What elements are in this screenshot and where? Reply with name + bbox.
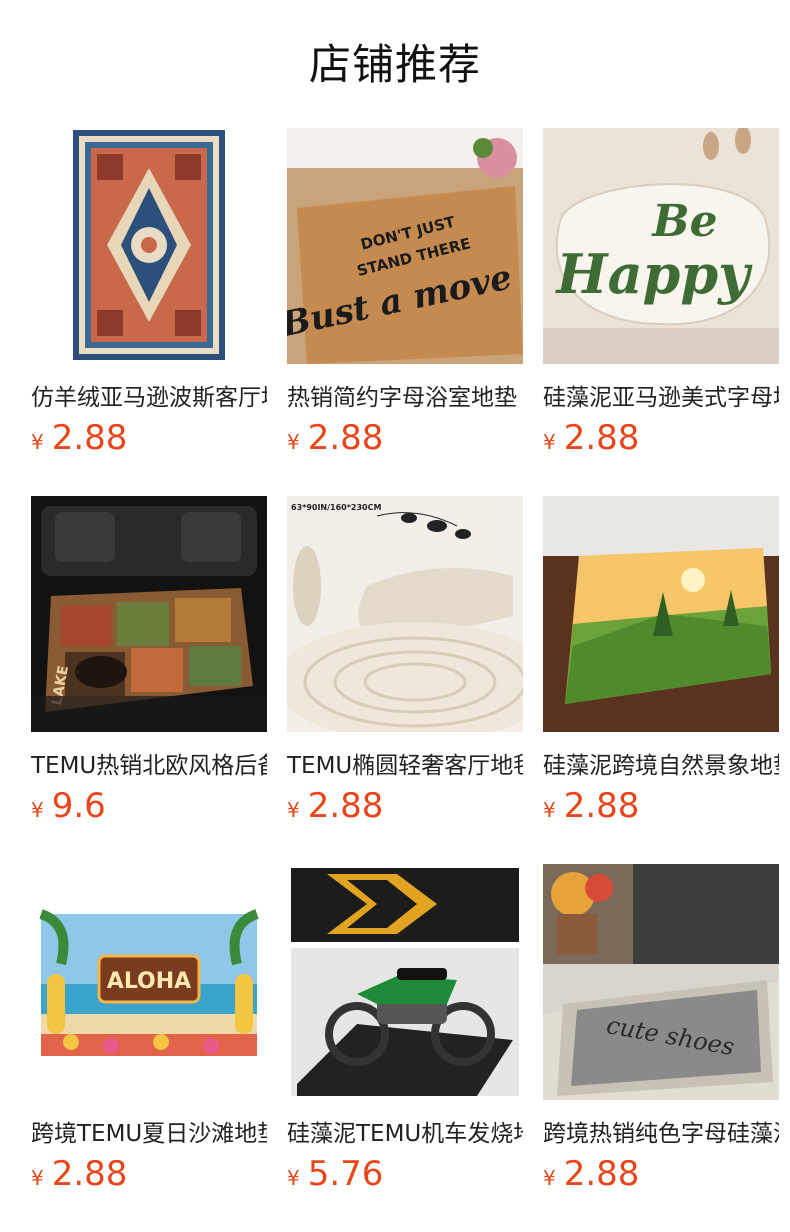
product-name[interactable]: 硅藻泥TEMU机车发烧地垫 [287,1116,523,1152]
currency-symbol: ¥ [31,1166,44,1190]
currency-symbol: ¥ [543,430,556,454]
landscape-mat-image [543,496,779,732]
product-price: ¥9.6 [31,786,106,826]
price-value: 2.88 [563,786,640,826]
svg-text:ALOHA: ALOHA [107,969,191,994]
product-price: ¥2.88 [31,1154,127,1194]
price-value: 2.88 [563,1154,640,1194]
page-title: 店铺推荐 [308,40,481,89]
product-price: ¥2.88 [287,786,383,826]
svg-text:Happy: Happy [555,242,754,306]
svg-text:Be: Be [650,196,717,247]
currency-symbol: ¥ [287,430,300,454]
product-price: ¥2.88 [31,418,127,458]
svg-text:63*90IN/160*230CM: 63*90IN/160*230CM [291,503,381,512]
motorcycle-mat-image [287,864,523,1100]
cute-shoes-mat-image: cute shoes [543,864,779,1100]
doormat-image: DON'T JUST STAND THERE Bust a move [287,128,523,364]
product-name[interactable]: 跨境热销纯色字母硅藻泥地垫 [543,1116,779,1152]
oval-rug-image: 63*90IN/160*230CM [287,496,523,732]
persian-rug-image [31,128,267,364]
header: 店铺推荐 [0,0,790,128]
product-name[interactable]: 热销简约字母浴室地垫 [287,380,523,416]
product-price: ¥2.88 [543,418,639,458]
currency-symbol: ¥ [31,798,44,822]
price-value: 2.88 [563,418,640,458]
product-name[interactable]: 跨境TEMU夏日沙滩地垫 [31,1116,267,1152]
currency-symbol: ¥ [287,798,300,822]
product-name[interactable]: TEMU椭圆轻奢客厅地毯 [287,748,523,784]
price-value: 5.76 [307,1154,384,1194]
aloha-mat-image: ALOHA [31,864,267,1100]
product-name[interactable]: 仿羊绒亚马逊波斯客厅地毯 [31,380,267,416]
product-name[interactable]: 硅藻泥跨境自然景象地垫 [543,748,779,784]
product-price: ¥2.88 [287,418,383,458]
product-price: ¥2.88 [543,1154,639,1194]
currency-symbol: ¥ [31,430,44,454]
price-value: 2.88 [51,1154,128,1194]
currency-symbol: ¥ [543,798,556,822]
price-value: 9.6 [51,786,106,826]
product-name[interactable]: TEMU热销北欧风格后备箱垫 [31,748,267,784]
product-name[interactable]: 硅藻泥亚马逊美式字母地垫 [543,380,779,416]
product-price: ¥5.76 [287,1154,383,1194]
currency-symbol: ¥ [543,1166,556,1190]
price-value: 2.88 [51,418,128,458]
product-price: ¥2.88 [543,786,639,826]
price-value: 2.88 [307,786,384,826]
trunk-mat-image: LAKE [31,496,267,732]
currency-symbol: ¥ [287,1166,300,1190]
price-value: 2.88 [307,418,384,458]
be-happy-mat-image: Be Happy [543,128,779,364]
